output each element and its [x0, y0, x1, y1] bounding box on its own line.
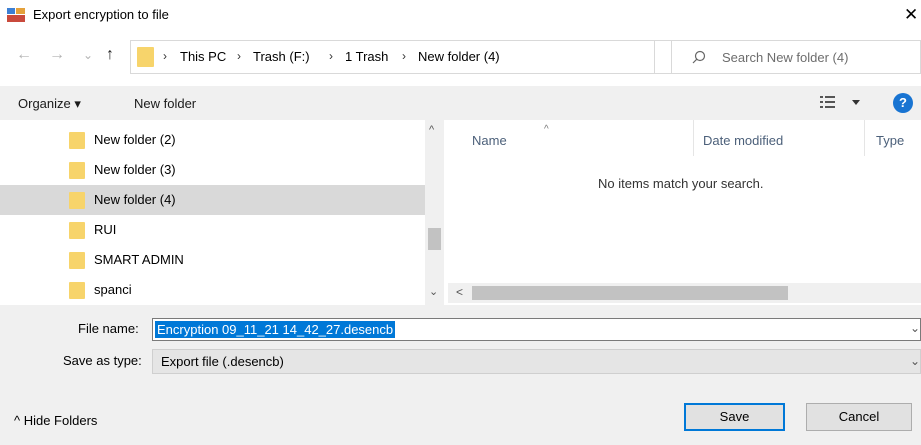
- column-divider[interactable]: [864, 120, 865, 156]
- tree-item-label: New folder (4): [94, 192, 176, 207]
- search-placeholder: Search New folder (4): [722, 50, 849, 65]
- breadcrumb-separator: ›: [163, 49, 167, 63]
- folder-icon: [69, 192, 85, 209]
- search-input[interactable]: Search New folder (4): [671, 40, 921, 74]
- title-bar: Export encryption to file ✕: [0, 0, 921, 32]
- breadcrumb-separator: ›: [329, 49, 333, 63]
- folder-icon: [69, 282, 85, 299]
- empty-state-message: No items match your search.: [598, 176, 764, 191]
- breadcrumb-1-trash[interactable]: 1 Trash: [345, 49, 388, 64]
- save-form: File name: Encryption 09_11_21 14_42_27.…: [0, 305, 921, 445]
- save-as-type-label: Save as type:: [63, 353, 142, 368]
- view-options-icon[interactable]: [820, 94, 866, 110]
- folder-icon: [69, 162, 85, 179]
- breadcrumb-separator: ›: [237, 49, 241, 63]
- close-button[interactable]: ✕: [904, 3, 921, 27]
- back-arrow-icon[interactable]: ←: [16, 45, 32, 65]
- tree-item[interactable]: SMART ADMIN: [0, 245, 425, 275]
- address-bar[interactable]: › This PC › Trash (F:) › 1 Trash › New f…: [130, 40, 725, 74]
- sort-ascending-icon: ^: [544, 124, 549, 135]
- save-as-type-value: Export file (.desencb): [161, 354, 284, 369]
- tree-item-label: SMART ADMIN: [94, 252, 184, 267]
- save-button[interactable]: Save: [684, 403, 785, 431]
- file-name-label: File name:: [78, 321, 139, 336]
- up-arrow-icon[interactable]: ↑: [106, 45, 114, 65]
- hide-folders-button[interactable]: ^ Hide Folders: [14, 413, 97, 428]
- file-list-pane: Name ^ Date modified Type No items match…: [448, 120, 921, 305]
- app-icon: [7, 8, 25, 22]
- column-header-name[interactable]: Name: [472, 133, 507, 148]
- search-icon: [692, 50, 706, 64]
- help-button[interactable]: ?: [893, 93, 913, 113]
- scrollbar-thumb[interactable]: [428, 228, 441, 250]
- scroll-up-icon[interactable]: ^: [429, 124, 434, 136]
- tree-item-label: New folder (3): [94, 162, 176, 177]
- tree-vertical-scrollbar[interactable]: ^ ⌄: [425, 120, 444, 305]
- scroll-left-icon[interactable]: <: [456, 285, 463, 299]
- breadcrumb-this-pc[interactable]: This PC: [180, 49, 226, 64]
- scrollbar-thumb[interactable]: [472, 286, 788, 300]
- tree-item[interactable]: New folder (3): [0, 155, 425, 185]
- tree-item[interactable]: RUI: [0, 215, 425, 245]
- cancel-button[interactable]: Cancel: [806, 403, 912, 431]
- folder-icon: [69, 222, 85, 239]
- recent-locations-icon[interactable]: ⌄: [83, 45, 93, 65]
- scroll-down-icon[interactable]: ⌄: [429, 285, 438, 298]
- tree-item[interactable]: spanci: [0, 275, 425, 305]
- column-header-type[interactable]: Type: [876, 133, 904, 148]
- tree-item[interactable]: New folder (4): [0, 185, 425, 215]
- folder-tree-pane: New folder (2) New folder (3) New folder (…: [0, 120, 444, 305]
- column-divider[interactable]: [693, 120, 694, 156]
- tree-item-label: New folder (2): [94, 132, 176, 147]
- breadcrumb-trash-drive[interactable]: Trash (F:): [253, 49, 310, 64]
- new-folder-button[interactable]: New folder: [134, 96, 196, 111]
- horizontal-scrollbar[interactable]: <: [448, 283, 921, 303]
- breadcrumb-new-folder-4[interactable]: New folder (4): [418, 49, 500, 64]
- window-title: Export encryption to file: [33, 7, 169, 22]
- save-as-type-select[interactable]: Export file (.desencb) ⌄: [152, 349, 921, 374]
- file-name-field[interactable]: Encryption 09_11_21 14_42_27.desencb ⌄: [152, 318, 921, 341]
- folder-icon: [137, 47, 154, 67]
- chevron-down-icon[interactable]: ⌄: [910, 354, 920, 368]
- chevron-down-icon[interactable]: ⌄: [910, 321, 920, 335]
- tree-item-label: spanci: [94, 282, 132, 297]
- tree-item-label: RUI: [94, 222, 117, 237]
- command-bar: Organize ▾ New folder ?: [0, 86, 921, 120]
- column-header-date-modified[interactable]: Date modified: [703, 133, 783, 148]
- file-name-selected-text[interactable]: Encryption 09_11_21 14_42_27.desencb: [155, 321, 396, 338]
- folder-icon: [69, 132, 85, 149]
- breadcrumb-separator: ›: [402, 49, 406, 63]
- tree-item[interactable]: New folder (2): [0, 125, 425, 155]
- organize-menu-button[interactable]: Organize ▾: [18, 96, 81, 112]
- folder-icon: [69, 252, 85, 269]
- forward-arrow-icon[interactable]: →: [49, 45, 65, 65]
